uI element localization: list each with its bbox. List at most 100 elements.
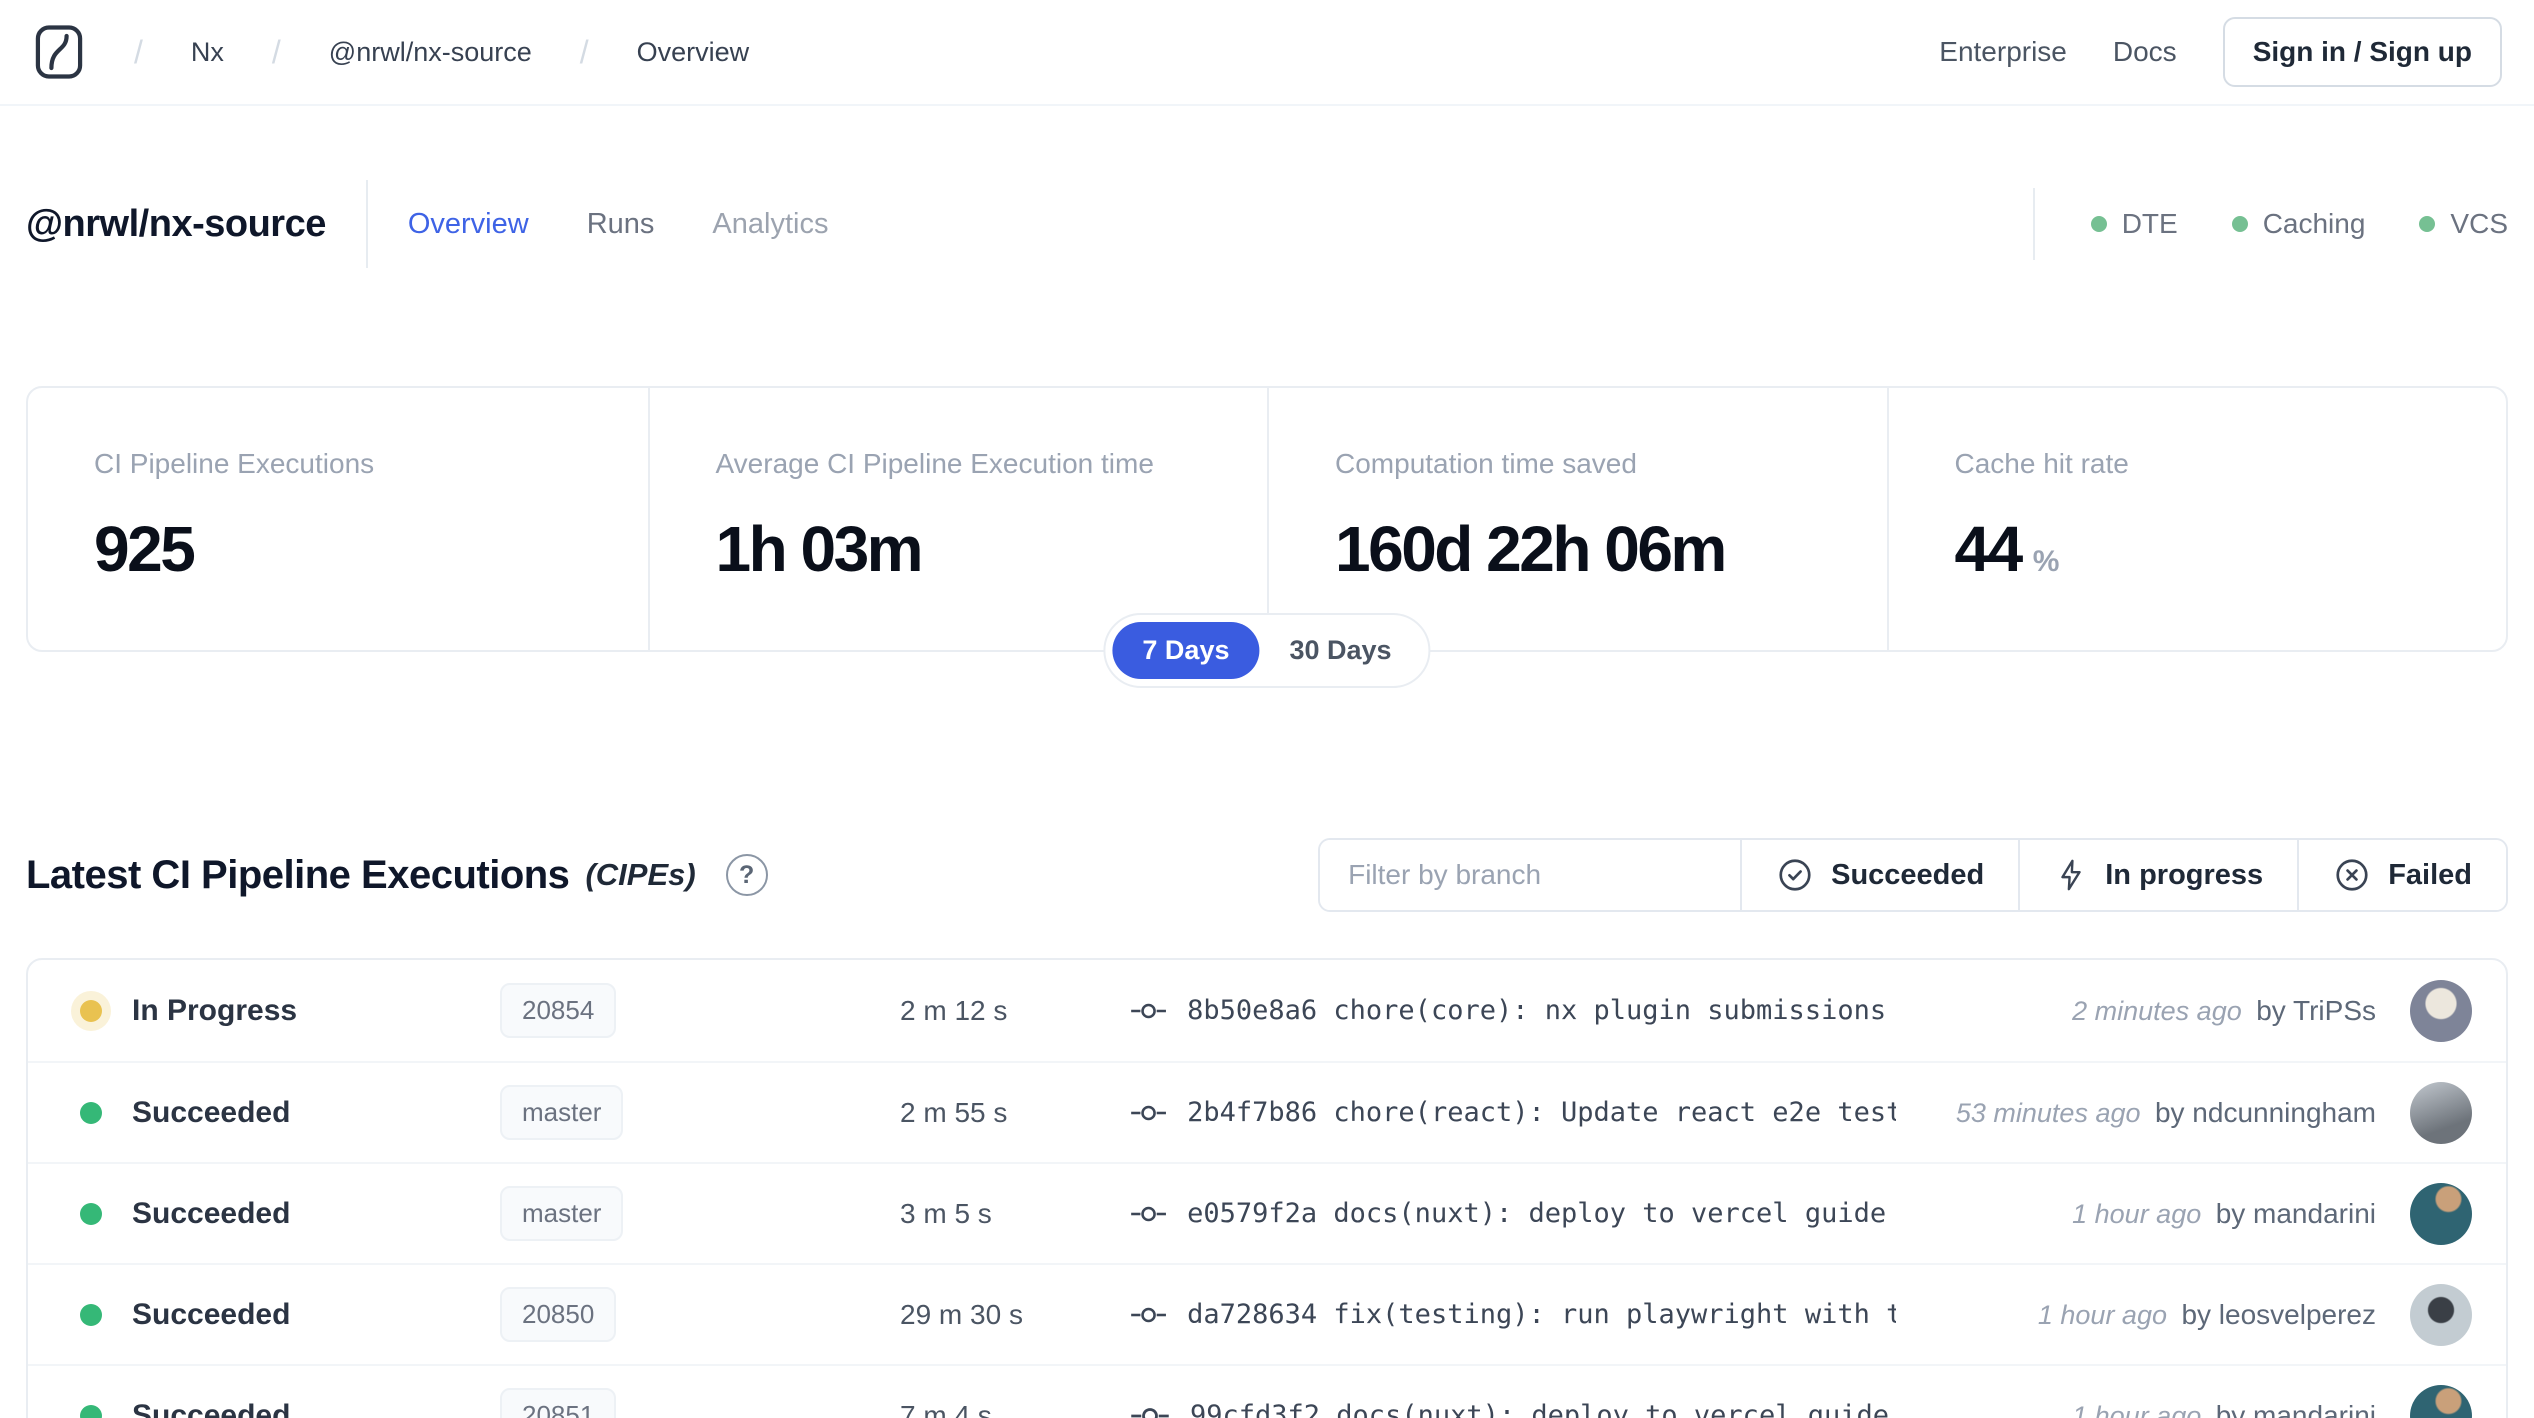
check-circle-icon xyxy=(1776,856,1814,894)
cipe-section-header: Latest CI Pipeline Executions (CIPEs) ? … xyxy=(26,838,2508,912)
x-circle-icon xyxy=(2333,856,2371,894)
table-row[interactable]: Succeeded 20850 29 m 30 s da728634 fix(t… xyxy=(28,1263,2506,1364)
commit-message: da728634 fix(testing): run playwright wi… xyxy=(1187,1299,1896,1330)
table-row[interactable]: Succeeded master 3 m 5 s e0579f2a docs(n… xyxy=(28,1162,2506,1263)
stat-value: 1h 03m xyxy=(716,512,922,586)
stat-ci-pipeline-executions: CI Pipeline Executions 925 xyxy=(28,388,648,650)
author: by TriPSs xyxy=(2256,995,2376,1026)
filter-label: Failed xyxy=(2388,859,2472,892)
date-range-toggle: 7 Days 30 Days xyxy=(1103,613,1430,688)
docs-link[interactable]: Docs xyxy=(2113,36,2177,68)
feature-label: Caching xyxy=(2263,208,2366,240)
succeeded-dot-icon xyxy=(80,1203,102,1225)
project-tabs: Overview Runs Analytics xyxy=(408,208,829,241)
filter-label: In progress xyxy=(2105,859,2263,892)
time-ago: 1 hour ago xyxy=(2072,1199,2201,1229)
duration: 7 m 4 s xyxy=(900,1400,1130,1418)
filter-failed-button[interactable]: Failed xyxy=(2297,840,2506,910)
stat-value: 925 xyxy=(94,512,193,586)
author: by leosvelperez xyxy=(2181,1299,2376,1330)
duration: 2 m 12 s xyxy=(900,995,1130,1027)
range-7-days-button[interactable]: 7 Days xyxy=(1112,622,1259,679)
stat-label: Cache hit rate xyxy=(1955,448,2487,480)
tab-analytics[interactable]: Analytics xyxy=(712,208,828,241)
avatar xyxy=(2410,1284,2472,1346)
git-commit-icon xyxy=(1130,1403,1170,1418)
nx-cloud-logo-icon[interactable] xyxy=(32,23,86,81)
status-label: In Progress xyxy=(132,994,297,1028)
status-label: Succeeded xyxy=(132,1096,290,1130)
stat-value: 44 xyxy=(1955,512,2021,586)
enterprise-link[interactable]: Enterprise xyxy=(1939,36,2067,68)
time-ago: 1 hour ago xyxy=(2038,1300,2167,1330)
divider xyxy=(366,180,368,268)
ref-badge: 20851 xyxy=(500,1388,616,1418)
table-row[interactable]: Succeeded master 2 m 55 s 2b4f7b86 chore… xyxy=(28,1061,2506,1162)
feature-caching: Caching xyxy=(2232,208,2366,240)
stat-cache-hit-rate: Cache hit rate 44 % xyxy=(1887,388,2507,650)
succeeded-dot-icon xyxy=(80,1304,102,1326)
stat-label: CI Pipeline Executions xyxy=(94,448,628,480)
duration: 29 m 30 s xyxy=(900,1299,1130,1331)
status-label: Succeeded xyxy=(132,1197,290,1231)
avatar xyxy=(2410,980,2472,1042)
feature-dte: DTE xyxy=(2091,208,2178,240)
commit-message: 2b4f7b86 chore(react): Update react e2e … xyxy=(1187,1097,1896,1128)
stats-cards: CI Pipeline Executions 925 Average CI Pi… xyxy=(26,386,2508,652)
duration: 2 m 55 s xyxy=(900,1097,1130,1129)
avatar xyxy=(2410,1385,2472,1418)
commit-message: e0579f2a docs(nuxt): deploy to vercel gu… xyxy=(1187,1198,1896,1229)
succeeded-dot-icon xyxy=(80,1102,102,1124)
time-ago: 2 minutes ago xyxy=(2072,996,2242,1026)
stat-computation-time-saved: Computation time saved 160d 22h 06m xyxy=(1267,388,1887,650)
git-commit-icon xyxy=(1130,1201,1167,1227)
feature-status-group: DTE Caching VCS xyxy=(2033,188,2508,260)
help-icon[interactable]: ? xyxy=(726,854,768,896)
section-tag: (CIPEs) xyxy=(585,857,695,893)
table-row[interactable]: Succeeded 20851 7 m 4 s 99cfd3f2 docs(nu… xyxy=(28,1364,2506,1418)
succeeded-dot-icon xyxy=(80,1405,102,1418)
status-label: Succeeded xyxy=(132,1298,290,1332)
filter-in-progress-button[interactable]: In progress xyxy=(2018,840,2297,910)
green-dot-icon xyxy=(2419,216,2435,232)
filter-succeeded-button[interactable]: Succeeded xyxy=(1740,840,2018,910)
feature-badges: DTE Caching VCS xyxy=(2091,208,2508,240)
breadcrumb-separator: / xyxy=(580,34,589,71)
breadcrumb: / Nx / @nrwl/nx-source / Overview xyxy=(32,23,749,81)
project-header: @nrwl/nx-source Overview Runs Analytics … xyxy=(0,168,2534,280)
tab-overview[interactable]: Overview xyxy=(408,208,529,241)
feature-vcs: VCS xyxy=(2419,208,2508,240)
author: by ndcunningham xyxy=(2155,1097,2376,1128)
filter-label: Succeeded xyxy=(1831,859,1984,892)
range-30-days-button[interactable]: 30 Days xyxy=(1259,622,1421,679)
git-commit-icon xyxy=(1130,1302,1167,1328)
filter-group: Succeeded In progress Failed xyxy=(1318,838,2508,912)
bolt-icon xyxy=(2054,856,2088,894)
table-row[interactable]: In Progress 20854 2 m 12 s 8b50e8a6 chor… xyxy=(28,960,2506,1061)
stat-label: Computation time saved xyxy=(1335,448,1867,480)
author: by mandarini xyxy=(2216,1198,2376,1229)
navbar-actions: Enterprise Docs Sign in / Sign up xyxy=(1939,17,2502,87)
in-progress-dot-icon xyxy=(80,1000,102,1022)
tab-runs[interactable]: Runs xyxy=(587,208,655,241)
duration: 3 m 5 s xyxy=(900,1198,1130,1230)
branch-filter-input[interactable] xyxy=(1320,840,1740,910)
breadcrumb-page[interactable]: Overview xyxy=(637,37,750,68)
ref-badge: master xyxy=(500,1186,623,1241)
ref-badge: 20854 xyxy=(500,983,616,1038)
breadcrumb-separator: / xyxy=(272,34,281,71)
stat-value: 160d 22h 06m xyxy=(1335,512,1725,586)
cipe-table: In Progress 20854 2 m 12 s 8b50e8a6 chor… xyxy=(26,958,2508,1418)
stat-average-execution-time: Average CI Pipeline Execution time 1h 03… xyxy=(648,388,1268,650)
feature-label: DTE xyxy=(2122,208,2178,240)
breadcrumb-home[interactable]: Nx xyxy=(191,37,224,68)
git-commit-icon xyxy=(1130,1100,1167,1126)
avatar xyxy=(2410,1082,2472,1144)
ref-badge: master xyxy=(500,1085,623,1140)
sign-in-button[interactable]: Sign in / Sign up xyxy=(2223,17,2502,87)
avatar xyxy=(2410,1183,2472,1245)
section-title: Latest CI Pipeline Executions xyxy=(26,853,569,898)
breadcrumb-project[interactable]: @nrwl/nx-source xyxy=(329,37,532,68)
time-ago: 53 minutes ago xyxy=(1956,1098,2141,1128)
project-title: @nrwl/nx-source xyxy=(26,203,326,246)
